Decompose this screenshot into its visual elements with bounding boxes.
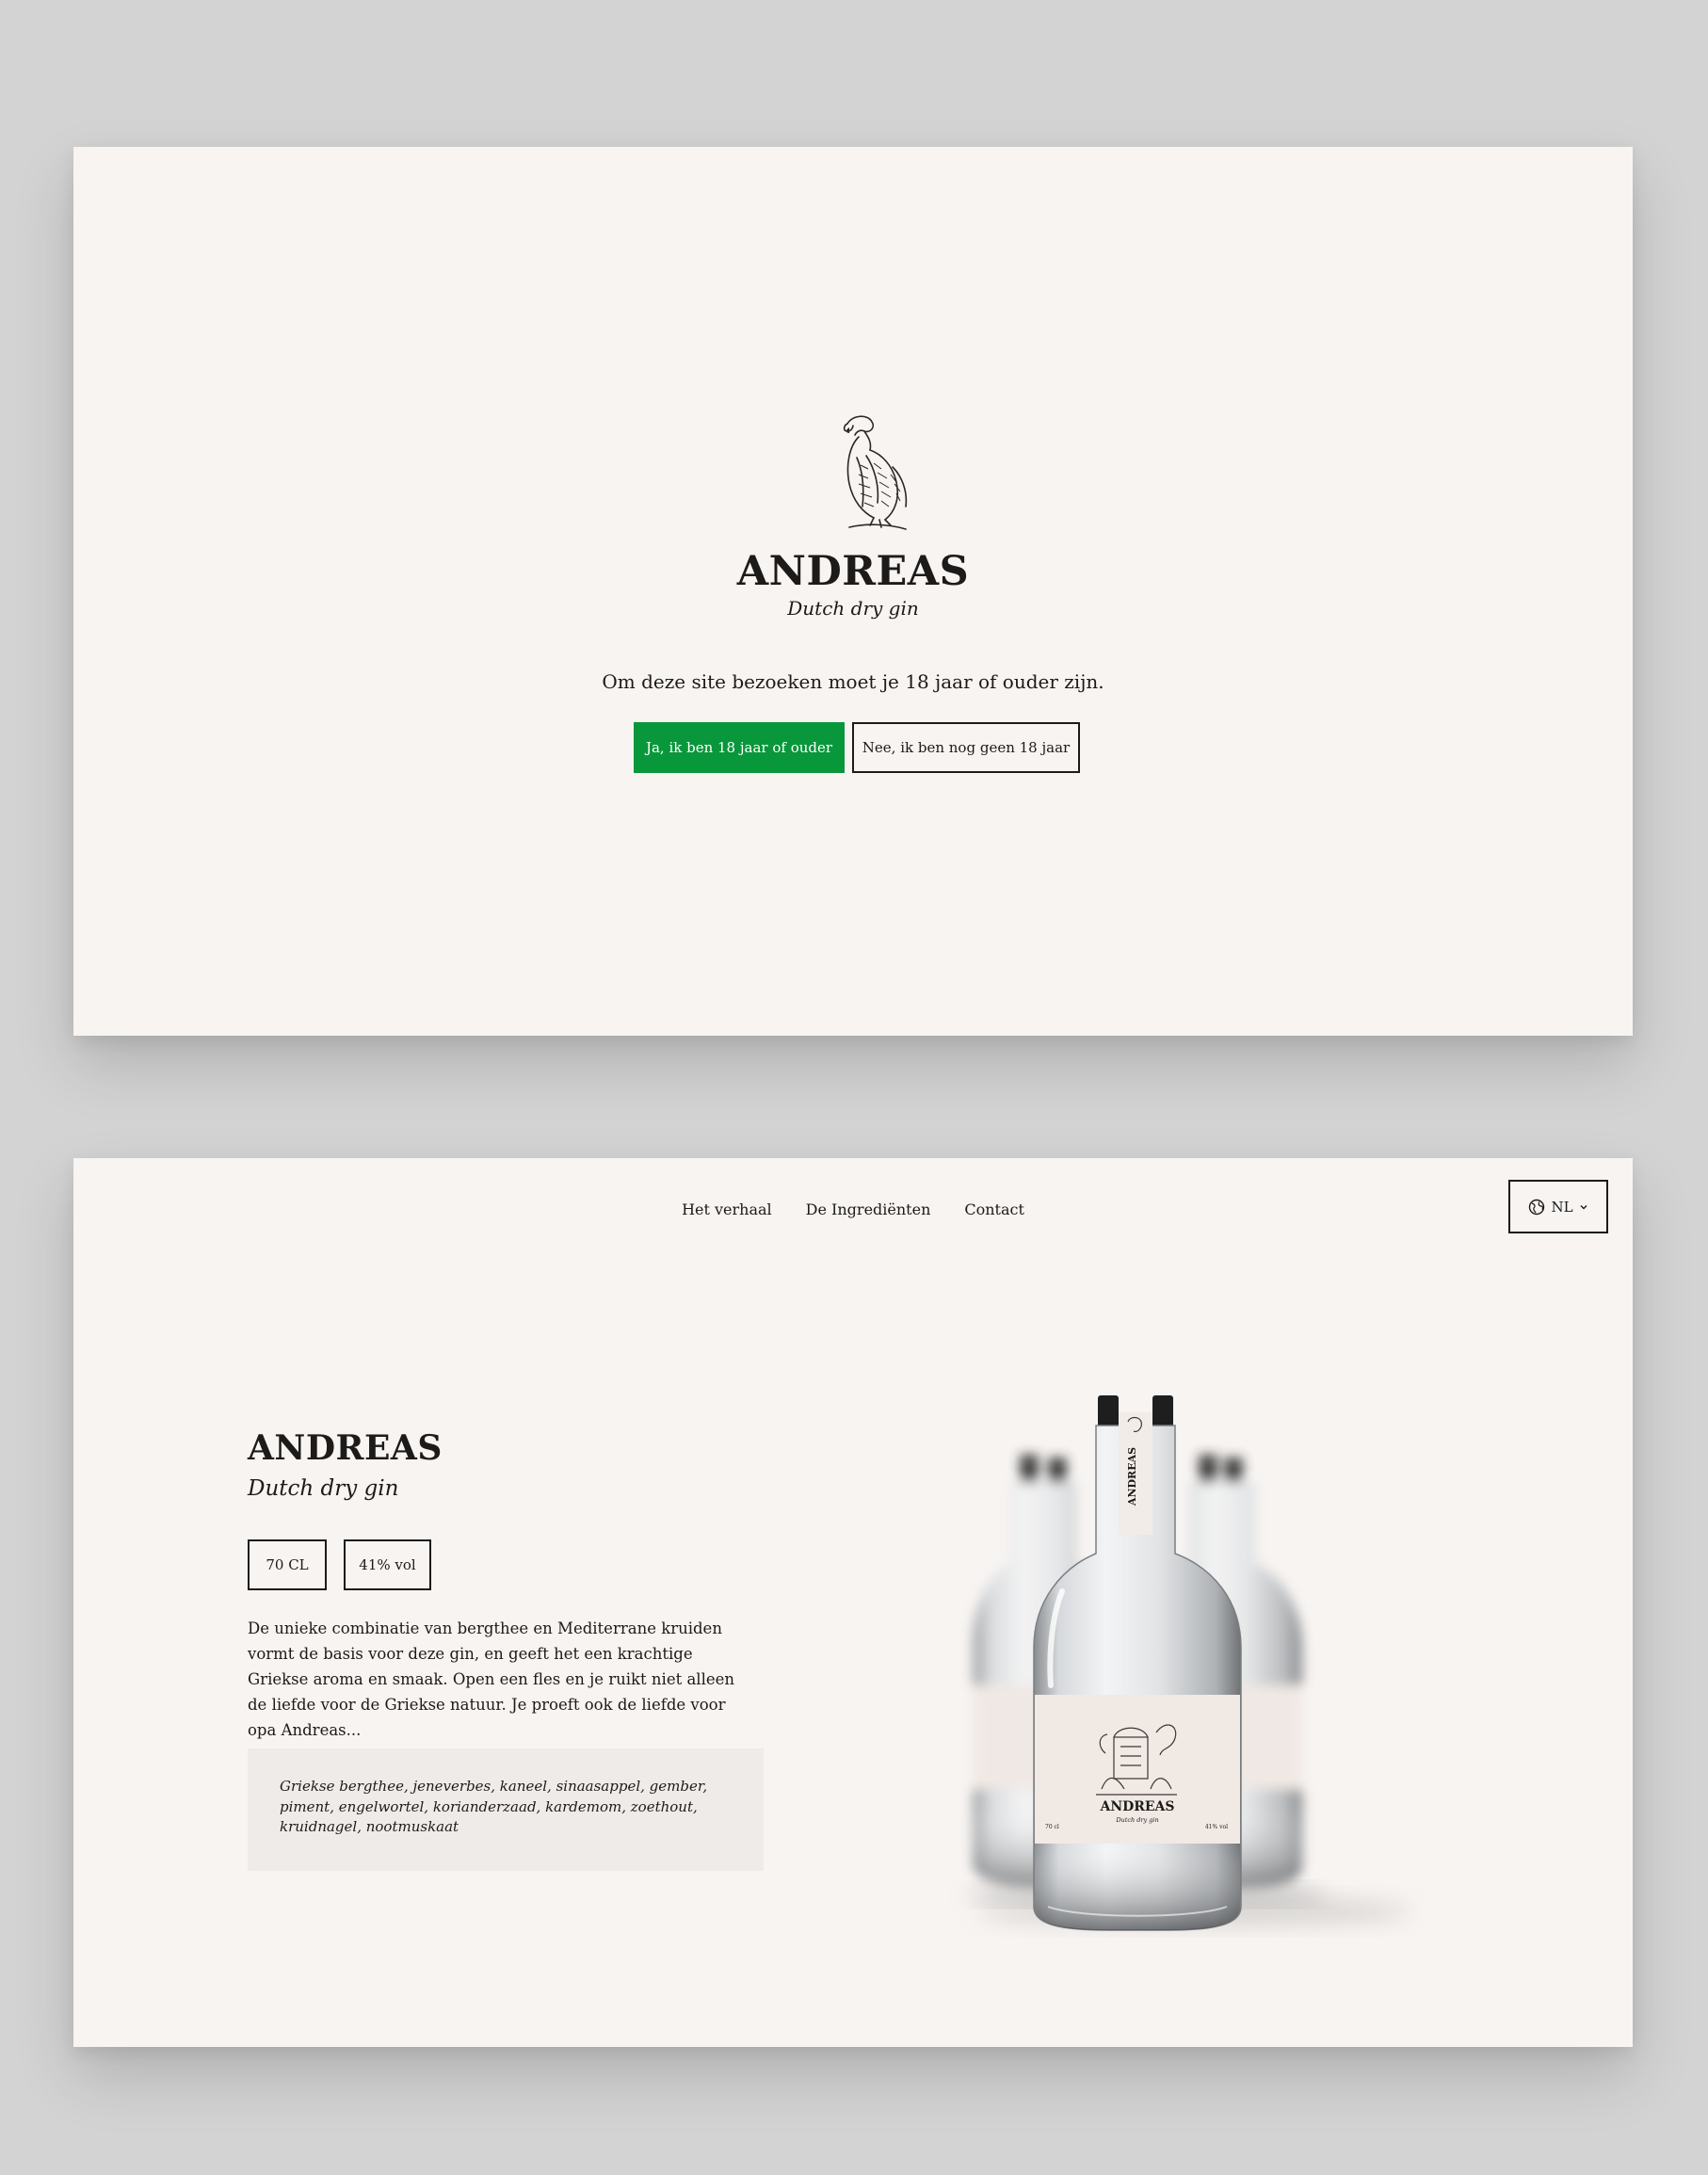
home-panel: Het verhaal De Ingrediënten Contact NL A…: [73, 1158, 1633, 2047]
vulture-icon: [843, 415, 908, 530]
nav-item-contact[interactable]: Contact: [964, 1196, 1024, 1224]
volume-badge: 70 CL: [248, 1539, 327, 1590]
bottle-label-volume: 70 cl: [1045, 1824, 1059, 1830]
product-title: ANDREAS: [248, 1428, 443, 1468]
language-current: NL: [1551, 1198, 1573, 1216]
age-gate-panel: ANDREAS Dutch dry gin Om deze site bezoe…: [73, 147, 1633, 1036]
bottle-neck-label: ANDREAS: [1126, 1447, 1138, 1506]
nav-item-story[interactable]: Het verhaal: [682, 1196, 772, 1224]
nav-item-ingredients[interactable]: De Ingrediënten: [806, 1196, 931, 1224]
abv-badge: 41% vol: [344, 1539, 431, 1590]
brand-name: ANDREAS: [736, 548, 970, 595]
bottle-label-subtitle: Dutch dry gin: [1115, 1816, 1158, 1824]
confirm-age-button[interactable]: Ja, ik ben 18 jaar of ouder: [634, 722, 845, 773]
gin-bottle-image: ANDREAS ANDREAS Dutch dry gin 70 cl 41% …: [968, 1395, 1410, 1931]
chevron-down-icon: [1580, 1204, 1587, 1209]
globe-icon: [1529, 1199, 1545, 1215]
main-nav: Het verhaal De Ingrediënten Contact: [73, 1196, 1633, 1224]
product-description: De unieke combinatie van bergthee en Med…: [248, 1619, 735, 1739]
product-subtitle: Dutch dry gin: [248, 1476, 399, 1501]
ingredients-list: Griekse bergthee, jeneverbes, kaneel, si…: [280, 1778, 708, 1835]
bottle-label-abv: 41% vol: [1205, 1824, 1228, 1830]
age-question: Om deze site bezoeken moet je 18 jaar of…: [602, 670, 1104, 693]
brand-tagline: Dutch dry gin: [787, 597, 919, 620]
deny-age-button[interactable]: Nee, ik ben nog geen 18 jaar: [852, 722, 1080, 773]
language-selector[interactable]: NL: [1508, 1180, 1608, 1233]
bottle-label-brand: ANDREAS: [1099, 1799, 1174, 1814]
ingredients-box: Griekse bergthee, jeneverbes, kaneel, si…: [248, 1748, 764, 1871]
